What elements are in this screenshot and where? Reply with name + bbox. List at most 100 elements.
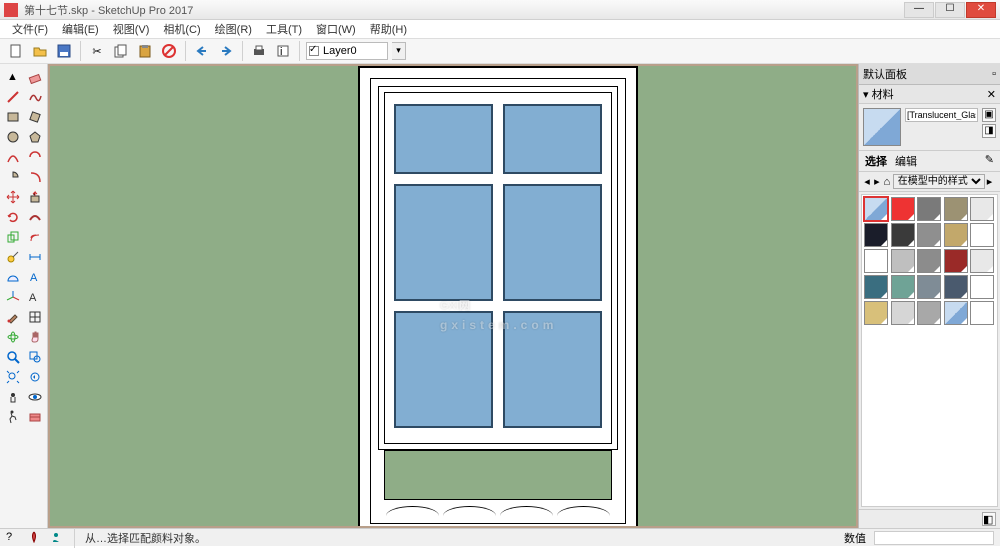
- home-icon[interactable]: ⌂: [883, 176, 891, 188]
- offset-tool-icon[interactable]: [26, 228, 44, 246]
- minimize-button[interactable]: —: [904, 2, 934, 18]
- menu-file[interactable]: 文件(F): [6, 20, 54, 38]
- material-swatch[interactable]: [891, 275, 915, 299]
- menu-help[interactable]: 帮助(H): [364, 20, 413, 38]
- material-swatch[interactable]: [891, 249, 915, 273]
- material-swatch[interactable]: [864, 223, 888, 247]
- delete-icon[interactable]: [159, 41, 179, 61]
- material-swatch[interactable]: [970, 249, 994, 273]
- material-swatch[interactable]: [864, 197, 888, 221]
- tab-edit[interactable]: 编辑: [895, 153, 917, 169]
- material-swatch[interactable]: [864, 275, 888, 299]
- zoom-window-tool-icon[interactable]: [26, 348, 44, 366]
- eyedropper-icon[interactable]: ✎: [985, 153, 994, 169]
- material-swatch[interactable]: [944, 249, 968, 273]
- section-tool-icon[interactable]: [26, 408, 44, 426]
- component-tool-icon[interactable]: [26, 308, 44, 326]
- select-tool-icon[interactable]: ▲: [4, 68, 22, 86]
- material-swatch[interactable]: [917, 275, 941, 299]
- menu-icon[interactable]: ▸: [987, 175, 996, 189]
- nav-back-icon[interactable]: ◂: [863, 175, 871, 188]
- create-material-icon[interactable]: ▣: [982, 108, 996, 122]
- display-mode-icon[interactable]: ◧: [982, 512, 996, 526]
- menu-edit[interactable]: 编辑(E): [56, 20, 105, 38]
- panel-close-icon[interactable]: ✕: [987, 88, 996, 101]
- menu-tools[interactable]: 工具(T): [260, 20, 308, 38]
- material-swatch[interactable]: [944, 301, 968, 325]
- rotated-rect-tool-icon[interactable]: [26, 108, 44, 126]
- scale-tool-icon[interactable]: [4, 228, 22, 246]
- eraser-tool-icon[interactable]: [26, 68, 44, 86]
- collection-dropdown[interactable]: 在模型中的样式: [893, 174, 985, 189]
- material-swatch[interactable]: [864, 249, 888, 273]
- material-swatch[interactable]: [891, 301, 915, 325]
- material-swatch[interactable]: [917, 197, 941, 221]
- zoom-extents-tool-icon[interactable]: [4, 368, 22, 386]
- menu-window[interactable]: 窗口(W): [310, 20, 362, 38]
- tab-select[interactable]: 选择: [865, 153, 887, 169]
- material-swatch[interactable]: [917, 249, 941, 273]
- material-swatch[interactable]: [944, 275, 968, 299]
- menu-camera[interactable]: 相机(C): [157, 20, 206, 38]
- close-button[interactable]: ✕: [966, 2, 996, 18]
- nav-fwd-icon[interactable]: ▸: [873, 175, 881, 188]
- material-swatch[interactable]: [944, 197, 968, 221]
- text-tool-icon[interactable]: A: [26, 268, 44, 286]
- layer-selector[interactable]: [306, 42, 388, 60]
- previous-view-tool-icon[interactable]: [26, 368, 44, 386]
- material-swatch[interactable]: [970, 197, 994, 221]
- polygon-tool-icon[interactable]: [26, 128, 44, 146]
- print-icon[interactable]: [249, 41, 269, 61]
- line-tool-icon[interactable]: [4, 88, 22, 106]
- freehand-tool-icon[interactable]: [26, 88, 44, 106]
- walk-tool-icon[interactable]: [4, 408, 22, 426]
- tape-tool-icon[interactable]: [4, 248, 22, 266]
- geo-icon[interactable]: [28, 531, 42, 545]
- arc3-tool-icon[interactable]: [26, 168, 44, 186]
- protractor-tool-icon[interactable]: [4, 268, 22, 286]
- menu-draw[interactable]: 绘图(R): [209, 20, 258, 38]
- axes-tool-icon[interactable]: [4, 288, 22, 306]
- circle-tool-icon[interactable]: [4, 128, 22, 146]
- pan-tool-icon[interactable]: [26, 328, 44, 346]
- new-file-icon[interactable]: [6, 41, 26, 61]
- material-swatch[interactable]: [864, 301, 888, 325]
- rotate-tool-icon[interactable]: [4, 208, 22, 226]
- open-file-icon[interactable]: [30, 41, 50, 61]
- arc-tool-icon[interactable]: [4, 148, 22, 166]
- layer-name-input[interactable]: [323, 45, 383, 57]
- materials-panel-header[interactable]: ▾ 材料 ✕: [859, 85, 1000, 104]
- material-swatch[interactable]: [944, 223, 968, 247]
- material-swatch[interactable]: [970, 223, 994, 247]
- current-material-swatch[interactable]: [863, 108, 901, 146]
- credits-icon[interactable]: [50, 531, 64, 545]
- paste-icon[interactable]: [135, 41, 155, 61]
- material-swatch[interactable]: [891, 223, 915, 247]
- rectangle-tool-icon[interactable]: [4, 108, 22, 126]
- followme-tool-icon[interactable]: [26, 208, 44, 226]
- material-swatch[interactable]: [970, 301, 994, 325]
- material-name-input[interactable]: [905, 108, 978, 122]
- material-swatch[interactable]: [917, 223, 941, 247]
- pie-tool-icon[interactable]: [4, 168, 22, 186]
- measurement-input[interactable]: [874, 531, 994, 545]
- arc2-tool-icon[interactable]: [26, 148, 44, 166]
- cut-icon[interactable]: ✂: [87, 41, 107, 61]
- material-swatch[interactable]: [917, 301, 941, 325]
- move-tool-icon[interactable]: [4, 188, 22, 206]
- 3dtext-tool-icon[interactable]: A: [26, 288, 44, 306]
- help-icon[interactable]: ?: [6, 531, 20, 545]
- tray-close-icon[interactable]: ▫: [992, 68, 996, 80]
- layer-dropdown-icon[interactable]: ▾: [392, 42, 406, 60]
- menu-view[interactable]: 视图(V): [107, 20, 156, 38]
- paint-tool-icon[interactable]: [4, 308, 22, 326]
- viewport[interactable]: GXI网gxistem.com: [48, 64, 858, 528]
- material-swatch[interactable]: [970, 275, 994, 299]
- undo-icon[interactable]: [192, 41, 212, 61]
- model-info-icon[interactable]: i: [273, 41, 293, 61]
- dimension-tool-icon[interactable]: [26, 248, 44, 266]
- tray-title[interactable]: 默认面板 ▫: [859, 64, 1000, 85]
- layer-visible-check[interactable]: [309, 46, 319, 56]
- maximize-button[interactable]: ☐: [935, 2, 965, 18]
- zoom-tool-icon[interactable]: [4, 348, 22, 366]
